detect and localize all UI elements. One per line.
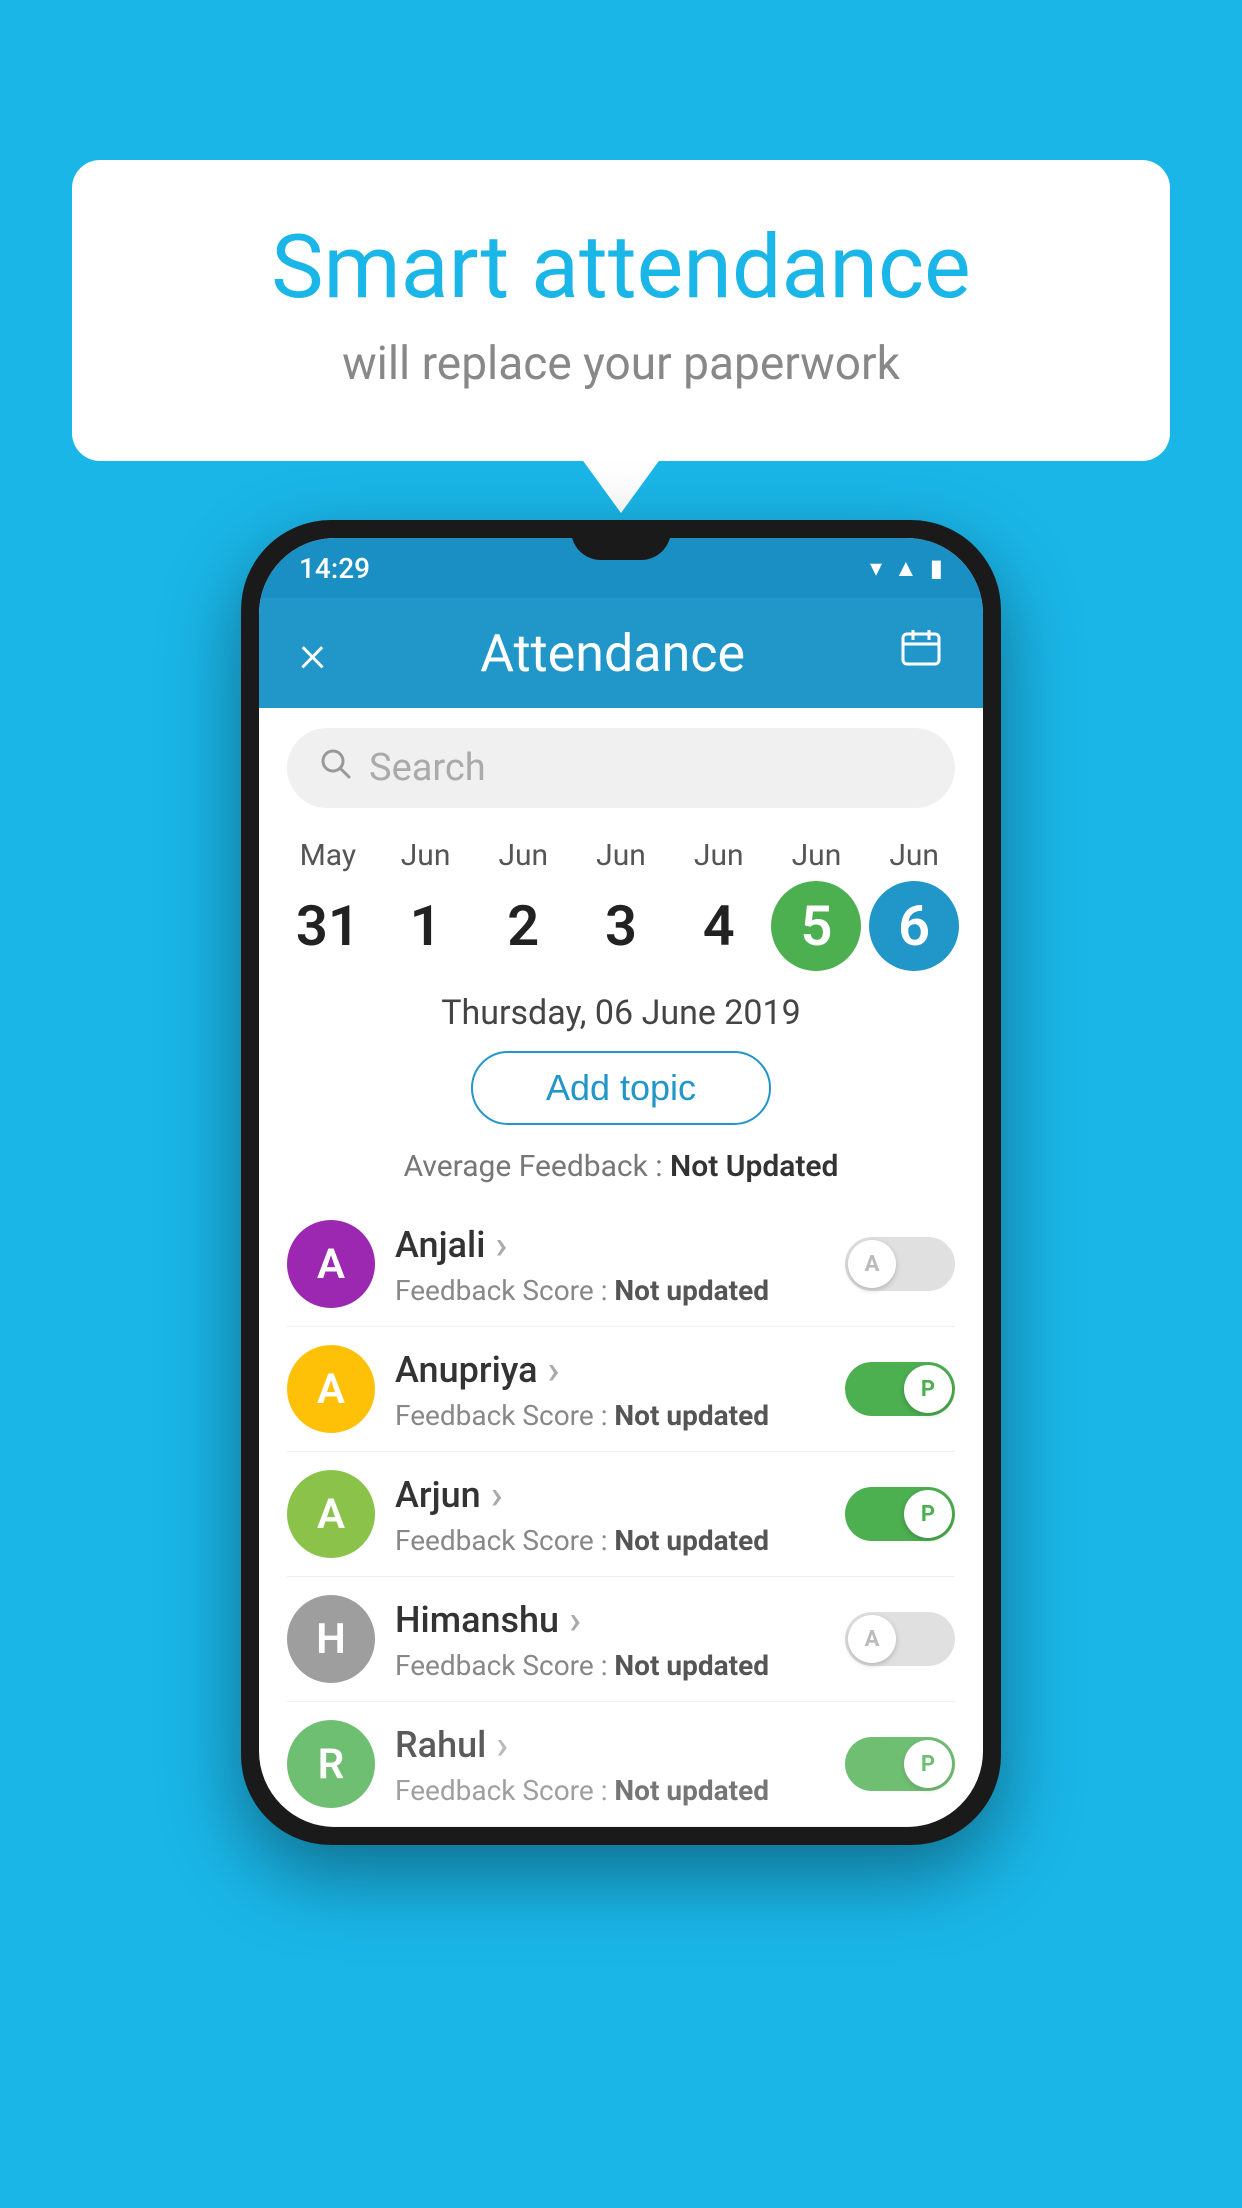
speech-bubble: Smart attendance will replace your paper… bbox=[72, 160, 1170, 461]
toggle-knob: P bbox=[904, 1740, 952, 1788]
student-name: Anupriya bbox=[395, 1346, 825, 1393]
student-feedback: Feedback Score : Not updated bbox=[395, 1774, 825, 1807]
header-title: Attendance bbox=[480, 623, 745, 684]
date-month: Jun bbox=[694, 838, 744, 873]
student-item[interactable]: H Himanshu Feedback Score : Not updated A bbox=[287, 1577, 955, 1702]
student-name: Anjali bbox=[395, 1221, 825, 1268]
speech-bubble-subtitle: will replace your paperwork bbox=[152, 337, 1090, 391]
avg-feedback-value: Not Updated bbox=[670, 1149, 838, 1184]
date-item[interactable]: Jun 6 bbox=[865, 838, 963, 971]
date-number[interactable]: 5 bbox=[771, 881, 861, 971]
phone-screen: 14:29 ▾ ▲ ▮ × Attendance bbox=[259, 538, 983, 1827]
student-avatar: A bbox=[287, 1220, 375, 1308]
close-button[interactable]: × bbox=[299, 623, 326, 684]
phone-container: 14:29 ▾ ▲ ▮ × Attendance bbox=[241, 520, 1001, 1845]
student-name: Rahul bbox=[395, 1721, 825, 1768]
student-info: Arjun Feedback Score : Not updated bbox=[395, 1471, 825, 1557]
student-feedback: Feedback Score : Not updated bbox=[395, 1524, 825, 1557]
student-feedback: Feedback Score : Not updated bbox=[395, 1274, 825, 1307]
search-bar[interactable]: Search bbox=[287, 728, 955, 808]
student-avatar: R bbox=[287, 1720, 375, 1808]
date-item[interactable]: Jun 4 bbox=[670, 838, 768, 971]
date-strip: May 31 Jun 1 Jun 2 Jun 3 Jun 4 Jun 5 Jun 6 bbox=[259, 828, 983, 971]
toggle-knob: A bbox=[848, 1240, 896, 1288]
attendance-toggle[interactable]: P bbox=[845, 1362, 955, 1416]
status-time: 14:29 bbox=[299, 552, 370, 585]
date-number[interactable]: 2 bbox=[478, 881, 568, 971]
student-name: Arjun bbox=[395, 1471, 825, 1518]
search-icon bbox=[317, 745, 353, 791]
date-month: Jun bbox=[889, 838, 939, 873]
student-avatar: A bbox=[287, 1470, 375, 1558]
date-month: Jun bbox=[401, 838, 451, 873]
student-item[interactable]: A Anjali Feedback Score : Not updated A bbox=[287, 1202, 955, 1327]
student-item[interactable]: A Anupriya Feedback Score : Not updated P bbox=[287, 1327, 955, 1452]
signal-icon: ▲ bbox=[894, 554, 918, 583]
student-avatar: A bbox=[287, 1345, 375, 1433]
search-placeholder: Search bbox=[369, 746, 486, 790]
date-month: Jun bbox=[498, 838, 548, 873]
date-item[interactable]: Jun 2 bbox=[474, 838, 572, 971]
attendance-toggle[interactable]: P bbox=[845, 1487, 955, 1541]
attendance-toggle[interactable]: A bbox=[845, 1237, 955, 1291]
student-info: Anjali Feedback Score : Not updated bbox=[395, 1221, 825, 1307]
date-number[interactable]: 31 bbox=[283, 881, 373, 971]
student-item[interactable]: A Arjun Feedback Score : Not updated P bbox=[287, 1452, 955, 1577]
student-item[interactable]: R Rahul Feedback Score : Not updated P bbox=[287, 1702, 955, 1827]
date-month: May bbox=[300, 838, 356, 873]
date-number[interactable]: 1 bbox=[381, 881, 471, 971]
date-month: Jun bbox=[596, 838, 646, 873]
student-list: AAnjaliFeedback Score : Not updatedAAAnu… bbox=[259, 1202, 983, 1827]
date-number[interactable]: 6 bbox=[869, 881, 959, 971]
date-month: Jun bbox=[792, 838, 842, 873]
average-feedback: Average Feedback : Not Updated bbox=[259, 1149, 983, 1184]
toggle-knob: A bbox=[848, 1615, 896, 1663]
attendance-toggle[interactable]: A bbox=[845, 1612, 955, 1666]
add-topic-button[interactable]: Add topic bbox=[471, 1051, 771, 1125]
student-avatar: H bbox=[287, 1595, 375, 1683]
status-icons: ▾ ▲ ▮ bbox=[870, 554, 943, 583]
battery-icon: ▮ bbox=[930, 554, 943, 582]
attendance-toggle[interactable]: P bbox=[845, 1737, 955, 1791]
phone-outer: 14:29 ▾ ▲ ▮ × Attendance bbox=[241, 520, 1001, 1845]
student-info: Anupriya Feedback Score : Not updated bbox=[395, 1346, 825, 1432]
speech-bubble-title: Smart attendance bbox=[152, 220, 1090, 317]
selected-date-heading: Thursday, 06 June 2019 bbox=[259, 993, 983, 1033]
avg-feedback-label: Average Feedback : bbox=[404, 1149, 663, 1184]
date-item[interactable]: May 31 bbox=[279, 838, 377, 971]
date-item[interactable]: Jun 5 bbox=[768, 838, 866, 971]
date-number[interactable]: 4 bbox=[674, 881, 764, 971]
date-item[interactable]: Jun 1 bbox=[377, 838, 475, 971]
speech-bubble-container: Smart attendance will replace your paper… bbox=[72, 160, 1170, 461]
date-item[interactable]: Jun 3 bbox=[572, 838, 670, 971]
toggle-knob: P bbox=[904, 1365, 952, 1413]
phone-notch bbox=[571, 520, 671, 560]
student-feedback: Feedback Score : Not updated bbox=[395, 1399, 825, 1432]
student-info: Rahul Feedback Score : Not updated bbox=[395, 1721, 825, 1807]
date-number[interactable]: 3 bbox=[576, 881, 666, 971]
student-feedback: Feedback Score : Not updated bbox=[395, 1649, 825, 1682]
wifi-icon: ▾ bbox=[870, 554, 882, 582]
toggle-knob: P bbox=[904, 1490, 952, 1538]
app-header: × Attendance bbox=[259, 598, 983, 708]
student-name: Himanshu bbox=[395, 1596, 825, 1643]
calendar-icon[interactable] bbox=[899, 626, 943, 681]
student-info: Himanshu Feedback Score : Not updated bbox=[395, 1596, 825, 1682]
